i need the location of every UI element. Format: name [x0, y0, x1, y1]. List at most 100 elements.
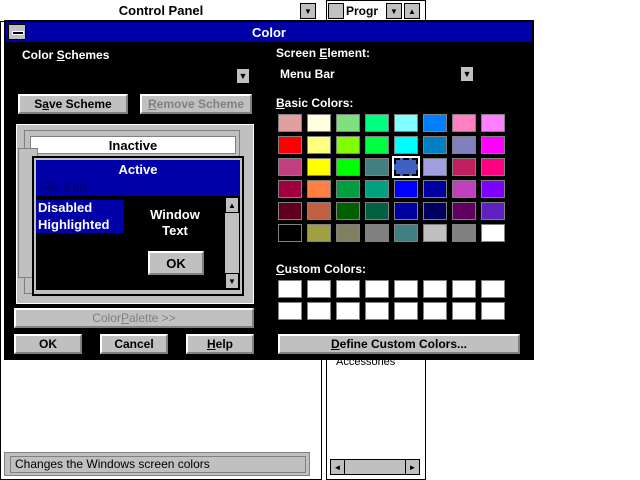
basic-color-swatch[interactable] [365, 202, 389, 220]
pm-horizontal-scrollbar[interactable]: ◄ ► [330, 459, 420, 475]
basic-color-swatch[interactable] [365, 224, 389, 242]
basic-color-swatch[interactable] [336, 202, 360, 220]
control-panel-titlebar[interactable]: Control Panel [0, 0, 322, 22]
basic-color-swatch[interactable] [278, 202, 302, 220]
inactive-title-preview[interactable]: Inactive [30, 136, 236, 154]
basic-color-swatch[interactable] [481, 114, 505, 132]
basic-color-swatch[interactable] [423, 136, 447, 154]
basic-colors-label: Basic Colors: [276, 96, 354, 110]
scroll-down-icon[interactable]: ▼ [225, 273, 239, 289]
minimize-button[interactable]: ▼ [300, 3, 316, 19]
basic-color-swatch[interactable] [365, 180, 389, 198]
basic-color-swatch[interactable] [336, 158, 360, 176]
menu-bar-preview[interactable]: File Edit [36, 178, 240, 196]
scroll-up-icon[interactable]: ▲ [225, 197, 239, 213]
custom-color-swatch[interactable] [307, 302, 331, 320]
control-panel-title: Control Panel [118, 3, 204, 18]
basic-color-swatch[interactable] [336, 114, 360, 132]
custom-color-swatch[interactable] [365, 280, 389, 298]
custom-color-swatch[interactable] [336, 280, 360, 298]
basic-color-swatch[interactable] [452, 158, 476, 176]
basic-color-swatch[interactable] [336, 136, 360, 154]
basic-color-swatch[interactable] [423, 224, 447, 242]
screen-element-combo[interactable]: Menu Bar [276, 64, 476, 84]
screen-element-dropdown-icon[interactable]: ▼ [460, 66, 474, 82]
remove-scheme-button[interactable]: Remove Scheme [139, 93, 253, 115]
basic-color-swatch[interactable] [423, 114, 447, 132]
custom-color-swatch[interactable] [452, 302, 476, 320]
basic-color-swatch[interactable] [481, 202, 505, 220]
custom-color-swatch[interactable] [278, 302, 302, 320]
basic-color-swatch[interactable] [307, 114, 331, 132]
ok-button-preview[interactable]: OK [147, 250, 205, 276]
basic-color-swatch[interactable] [307, 224, 331, 242]
screen-element-label: Screen Element: [276, 46, 371, 60]
basic-color-swatch[interactable] [423, 202, 447, 220]
basic-color-swatch[interactable] [394, 180, 418, 198]
basic-color-swatch[interactable] [452, 180, 476, 198]
custom-color-swatch[interactable] [278, 280, 302, 298]
basic-color-swatch[interactable] [481, 136, 505, 154]
basic-color-swatch[interactable] [394, 136, 418, 154]
custom-color-swatch[interactable] [307, 280, 331, 298]
window-text-preview[interactable]: Window Text [138, 207, 212, 239]
basic-color-swatch[interactable] [307, 158, 331, 176]
basic-color-swatch[interactable] [394, 202, 418, 220]
save-scheme-button[interactable]: Sa ve Scheme [17, 93, 129, 115]
cancel-button[interactable]: Cancel [99, 333, 169, 355]
color-palette-button[interactable]: Color Palette >> [13, 307, 255, 329]
custom-colors-label: Custom Colors: [276, 262, 367, 276]
basic-color-swatch[interactable] [278, 224, 302, 242]
basic-color-swatch[interactable] [452, 136, 476, 154]
basic-color-swatch[interactable] [336, 180, 360, 198]
basic-color-swatch[interactable] [423, 180, 447, 198]
custom-color-swatch[interactable] [423, 302, 447, 320]
scroll-left-icon[interactable]: ◄ [331, 460, 345, 474]
basic-color-swatch[interactable] [365, 136, 389, 154]
basic-color-swatch[interactable] [278, 180, 302, 198]
custom-color-swatch[interactable] [365, 302, 389, 320]
basic-color-swatch[interactable] [452, 224, 476, 242]
basic-color-swatch[interactable] [452, 202, 476, 220]
custom-color-swatch[interactable] [452, 280, 476, 298]
basic-color-swatch[interactable] [336, 224, 360, 242]
basic-color-swatch[interactable] [481, 158, 505, 176]
color-schemes-dropdown-icon[interactable]: ▼ [236, 68, 250, 84]
basic-color-swatch[interactable] [278, 158, 302, 176]
basic-color-swatch[interactable] [365, 158, 389, 176]
basic-color-swatch[interactable] [423, 158, 447, 176]
basic-color-swatch[interactable] [452, 114, 476, 132]
basic-color-swatch[interactable] [481, 180, 505, 198]
pm-minimize-button[interactable]: ▼ [386, 3, 402, 19]
dialog-titlebar[interactable]: Color [6, 22, 532, 42]
basic-color-swatch[interactable] [481, 224, 505, 242]
help-button[interactable]: Help [185, 333, 255, 355]
dialog-system-menu-icon[interactable] [8, 24, 26, 40]
basic-color-swatch[interactable] [307, 180, 331, 198]
scrollbar-preview[interactable]: ▲ ▼ [224, 196, 240, 290]
pm-sysmenu-button[interactable] [328, 3, 344, 19]
highlighted-text-preview[interactable]: Highlighted [36, 216, 124, 233]
pm-maximize-button[interactable]: ▲ [404, 3, 420, 19]
basic-color-swatch[interactable] [278, 114, 302, 132]
basic-color-swatch[interactable] [365, 114, 389, 132]
color-schemes-combo[interactable] [18, 66, 254, 86]
disabled-text-preview[interactable]: Disabled [36, 200, 124, 216]
define-custom-colors-button[interactable]: Define Custom Colors... [277, 333, 521, 355]
basic-color-swatch[interactable] [394, 224, 418, 242]
dialog-title: Color [252, 24, 286, 40]
active-title-preview[interactable]: Active [36, 160, 240, 178]
custom-color-swatch[interactable] [394, 302, 418, 320]
ok-button[interactable]: OK [13, 333, 83, 355]
basic-color-swatch[interactable] [307, 136, 331, 154]
basic-color-swatch[interactable] [307, 202, 331, 220]
custom-color-swatch[interactable] [394, 280, 418, 298]
custom-color-swatch[interactable] [481, 280, 505, 298]
basic-color-swatch[interactable] [394, 114, 418, 132]
basic-color-swatch[interactable] [392, 156, 420, 178]
custom-color-swatch[interactable] [336, 302, 360, 320]
custom-color-swatch[interactable] [481, 302, 505, 320]
basic-color-swatch[interactable] [278, 136, 302, 154]
custom-color-swatch[interactable] [423, 280, 447, 298]
scroll-right-icon[interactable]: ► [405, 460, 419, 474]
